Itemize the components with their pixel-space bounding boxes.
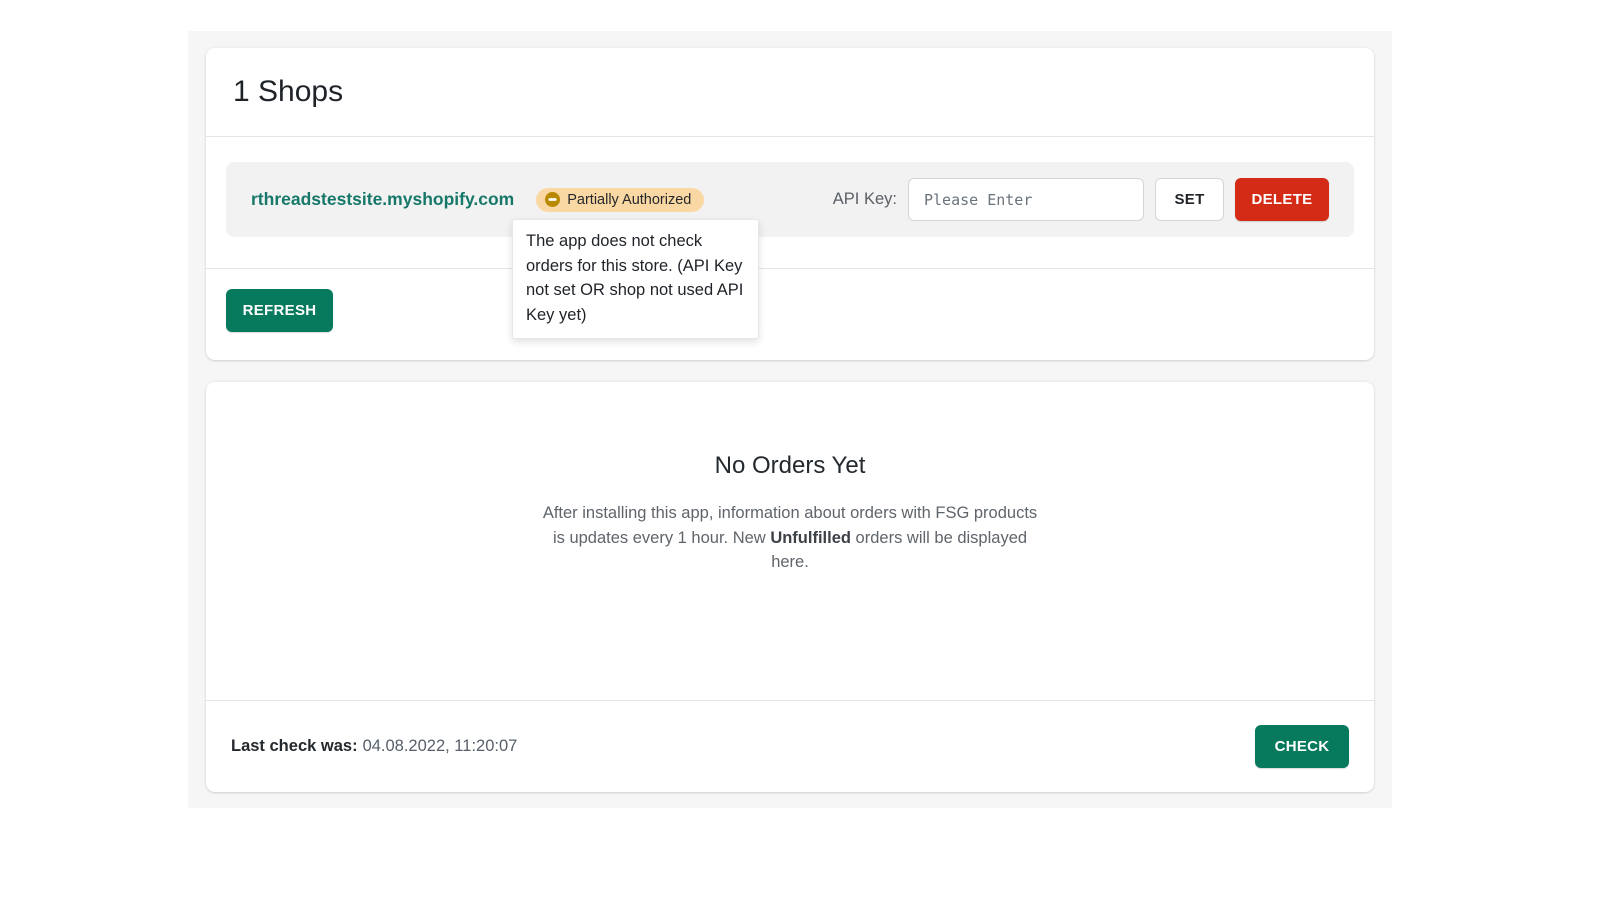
set-button[interactable]: SET [1155,178,1224,221]
check-button[interactable]: CHECK [1255,725,1349,768]
refresh-section: REFRESH [206,269,1374,360]
empty-text-bold: Unfulfilled [770,528,851,547]
delete-button[interactable]: DELETE [1235,178,1329,221]
last-check-value: 04.08.2022, 11:20:07 [362,737,518,755]
shop-row: rthreadstestsite.myshopify.com Partially… [226,162,1354,339]
tooltip-text-line: Key yet) [526,305,587,324]
partially-complete-circle-icon [545,192,561,207]
api-key-input[interactable] [908,178,1144,221]
tooltip-text-line: The app does not check [526,232,703,250]
orders-card-footer: Last check was: 04.08.2022, 11:20:07 CHEC… [206,700,1374,792]
last-check-label: Last check was: [231,737,358,755]
last-check: Last check was: 04.08.2022, 11:20:07 [231,737,517,756]
api-key-label: API Key: [832,190,897,208]
shop-domain-link[interactable]: rthreadstestsite.myshopify.com [251,189,514,210]
badge-tooltip: The app does not check orders for this s… [512,219,759,339]
status-badge[interactable]: Partially Authorized [536,187,705,212]
page: 1 Shops rthreadstestsite.myshopify.com P… [0,0,1600,900]
empty-state-text: After installing this app, information a… [538,501,1043,575]
tooltip-text-line: not set OR shop not used API [526,281,744,299]
status-badge-label: Partially Authorized [567,191,692,208]
empty-state-title: No Orders Yet [714,452,866,479]
page-title: 1 Shops [233,75,344,108]
shops-card: 1 Shops rthreadstestsite.myshopify.com P… [206,48,1374,360]
shops-card-header: 1 Shops [206,48,1374,136]
tooltip-text-line: orders for this store. (API Key [526,256,743,275]
refresh-button[interactable]: REFRESH [226,289,333,332]
empty-state: No Orders Yet After installing this app,… [206,382,1374,700]
shop-section: rthreadstestsite.myshopify.com Partially… [206,137,1374,339]
app-container: 1 Shops rthreadstestsite.myshopify.com P… [188,31,1392,808]
orders-card: No Orders Yet After installing this app,… [206,382,1374,792]
